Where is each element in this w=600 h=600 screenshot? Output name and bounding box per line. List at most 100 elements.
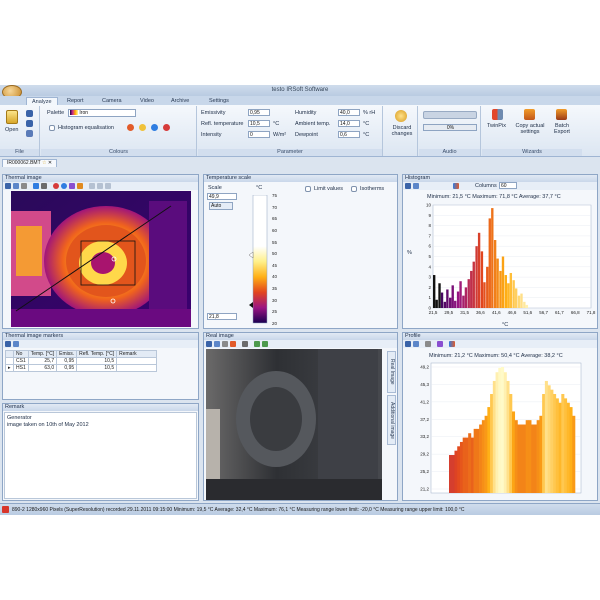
- tab-video[interactable]: Video: [135, 97, 159, 105]
- refl-temperature-input[interactable]: 10,5: [248, 120, 270, 127]
- profile-bar: [536, 420, 540, 493]
- temperature-scale-title: Temperature scale: [204, 175, 397, 182]
- tab-report[interactable]: Report: [62, 97, 89, 105]
- color-marker-icon[interactable]: [127, 124, 134, 131]
- measure-icon[interactable]: [242, 341, 248, 347]
- copy-settings-icon[interactable]: [524, 109, 535, 120]
- histogram-equalisation-checkbox[interactable]: [49, 125, 55, 131]
- histogram-x-tick: 29,5: [444, 310, 453, 315]
- grid-icon[interactable]: [97, 183, 103, 189]
- copy-actual-settings-button[interactable]: Copy actual settings: [512, 123, 548, 135]
- profile-bar: [525, 420, 529, 493]
- hot-spot-icon[interactable]: [163, 124, 170, 131]
- save-icon[interactable]: [5, 341, 11, 347]
- emissivity-input[interactable]: 0,95: [248, 109, 270, 116]
- real-image-photo[interactable]: [206, 349, 382, 500]
- column-header[interactable]: Temp. [°C]: [27, 350, 58, 358]
- close-file-icon[interactable]: [26, 130, 33, 137]
- limit-values-checkbox[interactable]: [305, 186, 311, 192]
- histogram-bar: [525, 304, 529, 308]
- auto-button[interactable]: Auto: [209, 202, 233, 210]
- isotherms-checkbox[interactable]: [351, 186, 357, 192]
- print-icon[interactable]: [21, 183, 27, 189]
- humidity-input[interactable]: 40,0: [338, 109, 360, 116]
- table-row[interactable]: CS1 25,7 0,95 10,5: [5, 357, 158, 365]
- histogram-x-tick: 61,7: [555, 310, 564, 315]
- upper-limit-handle[interactable]: [249, 251, 254, 259]
- twinpix-icon[interactable]: [492, 109, 503, 120]
- profile-bar: [550, 389, 554, 493]
- column-header[interactable]: No: [13, 350, 29, 358]
- zoom-icon[interactable]: [89, 183, 95, 189]
- open-folder-icon[interactable]: [6, 110, 18, 124]
- adjust-icon[interactable]: [230, 341, 236, 347]
- open-button[interactable]: Open: [5, 127, 18, 133]
- histogram-x-tick: 71,8: [587, 310, 596, 315]
- area-icon[interactable]: [69, 183, 75, 189]
- save-as-icon[interactable]: [26, 120, 33, 127]
- profile-bar: [481, 420, 485, 493]
- table-row[interactable]: ▸ HS1 63,0 0,95 10,5: [5, 364, 158, 372]
- save-icon[interactable]: [5, 183, 11, 189]
- cold-spot-icon[interactable]: [61, 183, 67, 189]
- intensity-input[interactable]: 0: [248, 131, 270, 138]
- histogram-bar: [467, 279, 470, 308]
- tab-analyze[interactable]: Analyze: [26, 97, 58, 105]
- favorite-star-icon[interactable]: ☆: [42, 160, 46, 166]
- histogram-equalisation-label: Histogram equalisation: [58, 125, 114, 131]
- profile-bar: [564, 398, 568, 493]
- histogram-bar: [475, 246, 478, 308]
- dewpoint-input[interactable]: 0,6: [338, 131, 360, 138]
- hot-spot-icon[interactable]: [53, 183, 59, 189]
- zoom-in-icon[interactable]: [254, 341, 260, 347]
- histogram-bar: [451, 285, 454, 308]
- cursor-icon[interactable]: [33, 183, 39, 189]
- zoom-out-icon[interactable]: [262, 341, 268, 347]
- additional-image-side-tab[interactable]: Additional image: [387, 395, 396, 445]
- column-header[interactable]: Remark: [116, 350, 158, 358]
- discard-changes-button[interactable]: Discard changes: [387, 125, 417, 137]
- thermal-image-toolbar: [3, 182, 198, 190]
- batch-export-button[interactable]: Batch Export: [550, 123, 574, 135]
- line-icon[interactable]: [77, 183, 83, 189]
- copy-icon[interactable]: [214, 341, 220, 347]
- copy-icon[interactable]: [13, 341, 19, 347]
- palette-select[interactable]: Iron: [68, 109, 136, 117]
- table-cell[interactable]: [116, 364, 158, 372]
- lower-limit-handle[interactable]: [249, 302, 253, 308]
- ambient-temp-input[interactable]: 14,0: [338, 120, 360, 127]
- profile-bar: [473, 428, 477, 493]
- discard-changes-icon[interactable]: [395, 110, 407, 122]
- profile-bar: [569, 407, 573, 493]
- save-icon[interactable]: [26, 110, 33, 117]
- scale-min-input[interactable]: 21,8: [207, 313, 237, 320]
- remark-textarea[interactable]: Generator image taken on 10th of May 201…: [4, 412, 197, 499]
- copy-icon[interactable]: [13, 183, 19, 189]
- cold-spot-icon[interactable]: [151, 124, 158, 131]
- sun-color-icon[interactable]: [139, 124, 146, 131]
- measure-icon[interactable]: [41, 183, 47, 189]
- tab-camera[interactable]: Camera: [97, 97, 127, 105]
- twinpix-button[interactable]: TwinPix: [487, 123, 506, 129]
- document-tab[interactable]: IR000062.BMT ☆ ✕: [2, 159, 58, 167]
- batch-export-icon[interactable]: [556, 109, 567, 120]
- profile-bar: [498, 367, 502, 493]
- audio-playback-controls[interactable]: [423, 111, 477, 119]
- close-tab-icon[interactable]: ✕: [48, 160, 52, 166]
- histogram-bar: [504, 275, 507, 308]
- real-image-panel: Real image Real Image Additional image: [203, 332, 398, 501]
- thermal-image[interactable]: [11, 191, 191, 327]
- real-image-side-tab[interactable]: Real Image: [387, 351, 396, 393]
- scale-max-input[interactable]: 49,9: [207, 193, 237, 200]
- print-icon[interactable]: [222, 341, 228, 347]
- file-group: Open File: [0, 106, 40, 156]
- histogram-y-tick: 7: [428, 233, 431, 238]
- tab-archive[interactable]: Archive: [166, 97, 194, 105]
- fit-icon[interactable]: [105, 183, 111, 189]
- table-cell[interactable]: [116, 357, 158, 365]
- tab-settings[interactable]: Settings: [204, 97, 234, 105]
- column-header[interactable]: Emiss.: [56, 350, 78, 358]
- column-header[interactable]: Refl. Temp. [°C]: [76, 350, 118, 358]
- profile-bar: [479, 424, 483, 493]
- save-icon[interactable]: [206, 341, 212, 347]
